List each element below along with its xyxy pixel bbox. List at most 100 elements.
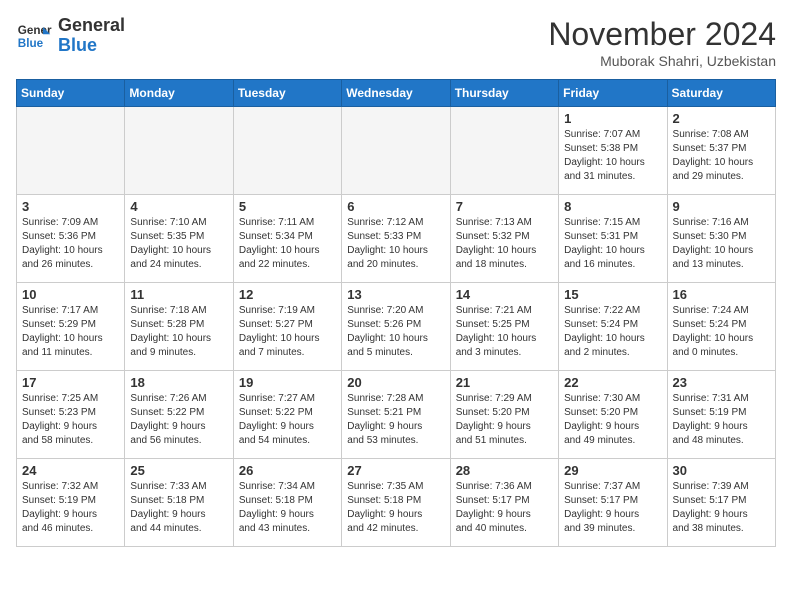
calendar-cell: 3 Sunrise: 7:09 AM Sunset: 5:36 PM Daylig… (17, 195, 125, 283)
weekday-header-wednesday: Wednesday (342, 80, 450, 107)
day-number: 27 (347, 463, 444, 478)
calendar-cell: 16 Sunrise: 7:24 AM Sunset: 5:24 PM Dayli… (667, 283, 775, 371)
location: Muborak Shahri, Uzbekistan (548, 53, 776, 69)
svg-text:General: General (18, 24, 52, 37)
day-info: Sunrise: 7:15 AM Sunset: 5:31 PM Dayligh… (564, 216, 661, 272)
day-number: 4 (130, 199, 227, 214)
day-info: Sunrise: 7:34 AM Sunset: 5:18 PM Dayligh… (239, 480, 336, 536)
day-number: 12 (239, 287, 336, 302)
calendar-cell: 13 Sunrise: 7:20 AM Sunset: 5:26 PM Dayli… (342, 283, 450, 371)
day-number: 20 (347, 375, 444, 390)
calendar-cell: 22 Sunrise: 7:30 AM Sunset: 5:20 PM Dayli… (559, 371, 667, 459)
calendar-cell: 10Sunrise: 7:17 AM Sunset: 5:29 PM Dayli… (17, 283, 125, 371)
page-header: General Blue General Blue November 2024 … (16, 16, 776, 69)
title-area: November 2024 Muborak Shahri, Uzbekistan (548, 16, 776, 69)
logo-text: General Blue (58, 16, 125, 56)
weekday-header-sunday: Sunday (17, 80, 125, 107)
calendar-cell: 17 Sunrise: 7:25 AM Sunset: 5:23 PM Dayli… (17, 371, 125, 459)
day-info: Sunrise: 7:33 AM Sunset: 5:18 PM Dayligh… (130, 480, 227, 536)
day-info: Sunrise: 7:16 AM Sunset: 5:30 PM Dayligh… (673, 216, 770, 272)
calendar-cell: 6Sunrise: 7:12 AM Sunset: 5:33 PM Daylig… (342, 195, 450, 283)
day-number: 24 (22, 463, 119, 478)
calendar-cell: 19 Sunrise: 7:27 AM Sunset: 5:22 PM Dayli… (233, 371, 341, 459)
day-info: Sunrise: 7:30 AM Sunset: 5:20 PM Dayligh… (564, 392, 661, 448)
calendar-cell: 8 Sunrise: 7:15 AM Sunset: 5:31 PM Daylig… (559, 195, 667, 283)
calendar-cell: 29Sunrise: 7:37 AM Sunset: 5:17 PM Dayli… (559, 459, 667, 547)
day-info: Sunrise: 7:13 AM Sunset: 5:32 PM Dayligh… (456, 216, 553, 272)
day-number: 26 (239, 463, 336, 478)
day-number: 25 (130, 463, 227, 478)
day-number: 11 (130, 287, 227, 302)
day-number: 30 (673, 463, 770, 478)
calendar-cell: 11 Sunrise: 7:18 AM Sunset: 5:28 PM Dayli… (125, 283, 233, 371)
calendar-cell: 21 Sunrise: 7:29 AM Sunset: 5:20 PM Dayli… (450, 371, 558, 459)
day-number: 16 (673, 287, 770, 302)
day-number: 2 (673, 111, 770, 126)
day-info: Sunrise: 7:32 AM Sunset: 5:19 PM Dayligh… (22, 480, 119, 536)
calendar-cell: 15 Sunrise: 7:22 AM Sunset: 5:24 PM Dayli… (559, 283, 667, 371)
day-info: Sunrise: 7:39 AM Sunset: 5:17 PM Dayligh… (673, 480, 770, 536)
day-info: Sunrise: 7:20 AM Sunset: 5:26 PM Dayligh… (347, 304, 444, 360)
day-info: Sunrise: 7:21 AM Sunset: 5:25 PM Dayligh… (456, 304, 553, 360)
calendar-cell: 2 Sunrise: 7:08 AM Sunset: 5:37 PM Daylig… (667, 107, 775, 195)
day-info: Sunrise: 7:07 AM Sunset: 5:38 PM Dayligh… (564, 128, 661, 184)
day-number: 7 (456, 199, 553, 214)
calendar-cell (450, 107, 558, 195)
calendar-cell (233, 107, 341, 195)
weekday-header-friday: Friday (559, 80, 667, 107)
day-info: Sunrise: 7:19 AM Sunset: 5:27 PM Dayligh… (239, 304, 336, 360)
calendar-cell (342, 107, 450, 195)
calendar-cell: 23Sunrise: 7:31 AM Sunset: 5:19 PM Dayli… (667, 371, 775, 459)
day-info: Sunrise: 7:22 AM Sunset: 5:24 PM Dayligh… (564, 304, 661, 360)
calendar-cell: 20 Sunrise: 7:28 AM Sunset: 5:21 PM Dayli… (342, 371, 450, 459)
day-info: Sunrise: 7:24 AM Sunset: 5:24 PM Dayligh… (673, 304, 770, 360)
day-number: 19 (239, 375, 336, 390)
logo: General Blue General Blue (16, 16, 125, 56)
calendar-cell: 1 Sunrise: 7:07 AM Sunset: 5:38 PM Daylig… (559, 107, 667, 195)
day-number: 18 (130, 375, 227, 390)
day-number: 15 (564, 287, 661, 302)
day-info: Sunrise: 7:28 AM Sunset: 5:21 PM Dayligh… (347, 392, 444, 448)
weekday-header-monday: Monday (125, 80, 233, 107)
calendar-cell: 9 Sunrise: 7:16 AM Sunset: 5:30 PM Daylig… (667, 195, 775, 283)
day-number: 21 (456, 375, 553, 390)
svg-text:Blue: Blue (18, 37, 44, 50)
day-info: Sunrise: 7:09 AM Sunset: 5:36 PM Dayligh… (22, 216, 119, 272)
day-number: 1 (564, 111, 661, 126)
day-number: 6 (347, 199, 444, 214)
day-info: Sunrise: 7:18 AM Sunset: 5:28 PM Dayligh… (130, 304, 227, 360)
day-number: 29 (564, 463, 661, 478)
day-number: 13 (347, 287, 444, 302)
calendar-cell (125, 107, 233, 195)
logo-icon: General Blue (16, 18, 52, 54)
day-number: 10 (22, 287, 119, 302)
day-info: Sunrise: 7:29 AM Sunset: 5:20 PM Dayligh… (456, 392, 553, 448)
day-number: 3 (22, 199, 119, 214)
day-number: 17 (22, 375, 119, 390)
calendar-cell: 18Sunrise: 7:26 AM Sunset: 5:22 PM Dayli… (125, 371, 233, 459)
day-info: Sunrise: 7:10 AM Sunset: 5:35 PM Dayligh… (130, 216, 227, 272)
month-title: November 2024 (548, 16, 776, 53)
calendar-cell: 5 Sunrise: 7:11 AM Sunset: 5:34 PM Daylig… (233, 195, 341, 283)
day-info: Sunrise: 7:27 AM Sunset: 5:22 PM Dayligh… (239, 392, 336, 448)
day-number: 9 (673, 199, 770, 214)
calendar-cell: 7 Sunrise: 7:13 AM Sunset: 5:32 PM Daylig… (450, 195, 558, 283)
day-number: 8 (564, 199, 661, 214)
day-number: 22 (564, 375, 661, 390)
calendar-cell: 30 Sunrise: 7:39 AM Sunset: 5:17 PM Dayli… (667, 459, 775, 547)
weekday-header-saturday: Saturday (667, 80, 775, 107)
day-info: Sunrise: 7:31 AM Sunset: 5:19 PM Dayligh… (673, 392, 770, 448)
day-info: Sunrise: 7:35 AM Sunset: 5:18 PM Dayligh… (347, 480, 444, 536)
day-number: 14 (456, 287, 553, 302)
day-number: 5 (239, 199, 336, 214)
day-info: Sunrise: 7:36 AM Sunset: 5:17 PM Dayligh… (456, 480, 553, 536)
calendar-cell: 27 Sunrise: 7:35 AM Sunset: 5:18 PM Dayli… (342, 459, 450, 547)
calendar-cell: 26 Sunrise: 7:34 AM Sunset: 5:18 PM Dayli… (233, 459, 341, 547)
calendar-cell: 14 Sunrise: 7:21 AM Sunset: 5:25 PM Dayli… (450, 283, 558, 371)
weekday-header-tuesday: Tuesday (233, 80, 341, 107)
calendar-cell: 28Sunrise: 7:36 AM Sunset: 5:17 PM Dayli… (450, 459, 558, 547)
calendar-cell: 25 Sunrise: 7:33 AM Sunset: 5:18 PM Dayli… (125, 459, 233, 547)
day-info: Sunrise: 7:11 AM Sunset: 5:34 PM Dayligh… (239, 216, 336, 272)
day-info: Sunrise: 7:25 AM Sunset: 5:23 PM Dayligh… (22, 392, 119, 448)
day-info: Sunrise: 7:08 AM Sunset: 5:37 PM Dayligh… (673, 128, 770, 184)
